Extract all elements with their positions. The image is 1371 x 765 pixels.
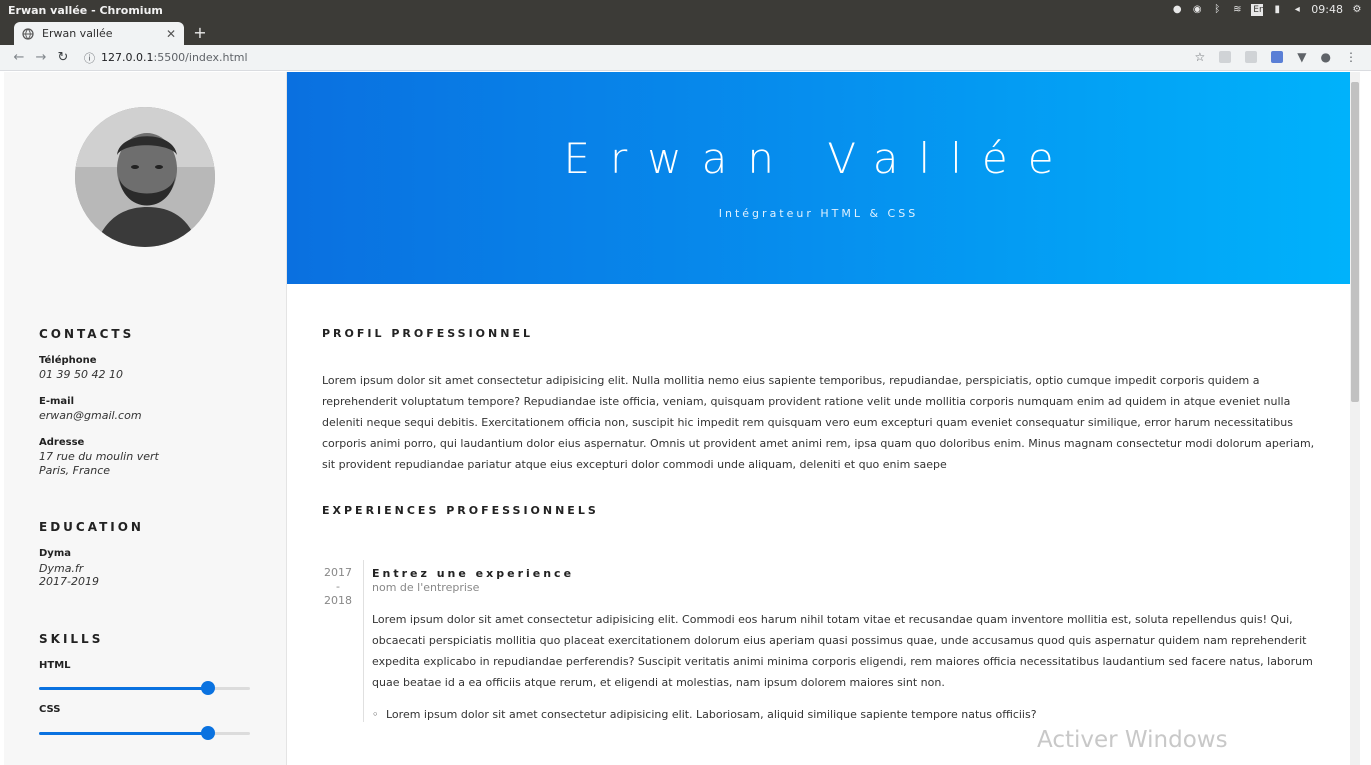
profile-heading: PROFIL PROFESSIONNEL — [322, 327, 533, 340]
discord-icon[interactable]: ◉ — [1191, 4, 1203, 16]
reload-icon[interactable]: ↻ — [52, 50, 74, 65]
hero-name: Erwan Vallée — [563, 134, 1074, 183]
scrollbar-thumb[interactable] — [1351, 82, 1359, 402]
account-icon[interactable]: ● — [1321, 50, 1331, 64]
skill-name: HTML — [39, 660, 71, 671]
profile-text: Lorem ipsum dolor sit amet consectetur a… — [322, 374, 1315, 471]
address-line-2: Paris, France — [39, 464, 111, 477]
contacts-heading: CONTACTS — [39, 327, 135, 341]
system-tray: ● ◉ ᛒ ≋ En ▮ ◂ 09:48 ⚙ — [1171, 3, 1363, 16]
browser-tab[interactable]: Erwan vallée ✕ — [14, 22, 184, 45]
experience-bullet: Lorem ipsum dolor sit amet consectetur a… — [372, 708, 1037, 721]
avatar-photo — [75, 107, 215, 247]
extension-icon[interactable] — [1271, 51, 1284, 63]
hero-banner: Erwan Vallée Intégrateur HTML & CSS — [287, 72, 1350, 284]
globe-icon — [22, 27, 34, 40]
experience-description: Lorem ipsum dolor sit amet consectetur a… — [372, 613, 1313, 689]
battery-icon[interactable]: ▮ — [1271, 4, 1283, 16]
close-tab-icon[interactable]: ✕ — [166, 27, 176, 41]
back-arrow-icon[interactable]: ← — [8, 50, 30, 65]
wifi-icon[interactable]: ≋ — [1231, 4, 1243, 16]
site-info-icon[interactable]: ⓘ — [84, 50, 95, 66]
email-value: erwan@gmail.com — [39, 409, 142, 422]
app-icon[interactable]: ● — [1171, 4, 1183, 16]
phone-label: Téléphone — [39, 355, 97, 366]
browser-toolbar: ← → ↻ ⓘ 127.0.0.1:5500/index.html ☆ ▼ ● … — [0, 45, 1371, 71]
skill-knob[interactable] — [201, 681, 215, 695]
page-scrollbar[interactable] — [1350, 72, 1360, 765]
hero-job-title: Intégrateur HTML & CSS — [718, 207, 919, 220]
school-site: Dyma.fr — [39, 562, 84, 575]
cv-sidebar: CONTACTS Téléphone 01 39 50 42 10 E-mail… — [4, 72, 287, 765]
bookmark-star-icon[interactable]: ☆ — [1195, 50, 1206, 64]
address-line-1: 17 rue du moulin vert — [39, 450, 159, 463]
phone-value: 01 39 50 42 10 — [39, 368, 123, 381]
email-label: E-mail — [39, 396, 75, 407]
experience-company: nom de l'entreprise — [372, 581, 480, 594]
forward-arrow-icon[interactable]: → — [30, 50, 52, 65]
skill-fill — [39, 732, 208, 735]
year-start: 2017 — [324, 566, 352, 579]
extension-icon[interactable] — [1219, 51, 1232, 63]
education-heading: EDUCATION — [39, 520, 144, 534]
tab-strip: Erwan vallée ✕ + — [0, 20, 1371, 45]
clock[interactable]: 09:48 — [1311, 3, 1343, 16]
settings-gear-icon[interactable]: ⚙ — [1351, 4, 1363, 16]
address-label: Adresse — [39, 437, 85, 448]
experience-heading: EXPERIENCES PROFESSIONNELS — [322, 504, 599, 517]
timeline-line — [363, 560, 364, 722]
skill-slider[interactable] — [39, 726, 250, 740]
year-separator: - — [336, 580, 340, 593]
year-end: 2018 — [324, 594, 352, 607]
skill-knob[interactable] — [201, 726, 215, 740]
experience-years: 2017 - 2018 — [318, 566, 358, 608]
extension-filter-icon[interactable]: ▼ — [1297, 50, 1306, 64]
url-path: :5500/index.html — [153, 51, 248, 64]
menu-kebab-icon[interactable]: ⋮ — [1345, 50, 1357, 64]
window-title: Erwan vallée - Chromium — [8, 4, 163, 17]
bluetooth-icon[interactable]: ᛒ — [1211, 4, 1223, 16]
activation-watermark: Activer Windows — [1037, 727, 1228, 753]
experience-title: Entrez une experience — [372, 567, 575, 580]
toolbar-actions: ☆ ▼ ● ⋮ — [1195, 50, 1357, 64]
url-host: 127.0.0.1 — [101, 51, 154, 64]
avatar — [75, 107, 215, 247]
school-years: 2017-2019 — [39, 575, 99, 588]
page-viewport: CONTACTS Téléphone 01 39 50 42 10 E-mail… — [0, 72, 1360, 765]
skill-name: CSS — [39, 704, 61, 715]
volume-icon[interactable]: ◂ — [1291, 4, 1303, 16]
keyboard-language[interactable]: En — [1251, 3, 1265, 16]
tab-title: Erwan vallée — [42, 27, 113, 40]
school-name: Dyma — [39, 548, 71, 559]
skill-slider[interactable] — [39, 681, 250, 695]
skill-fill — [39, 687, 208, 690]
new-tab-button[interactable]: + — [193, 24, 207, 42]
os-top-bar: Erwan vallée - Chromium ● ◉ ᛒ ≋ En ▮ ◂ 0… — [0, 0, 1371, 20]
extension-icon[interactable] — [1245, 51, 1258, 63]
skills-heading: SKILLS — [39, 632, 104, 646]
address-bar[interactable]: ⓘ 127.0.0.1:5500/index.html — [84, 50, 248, 66]
